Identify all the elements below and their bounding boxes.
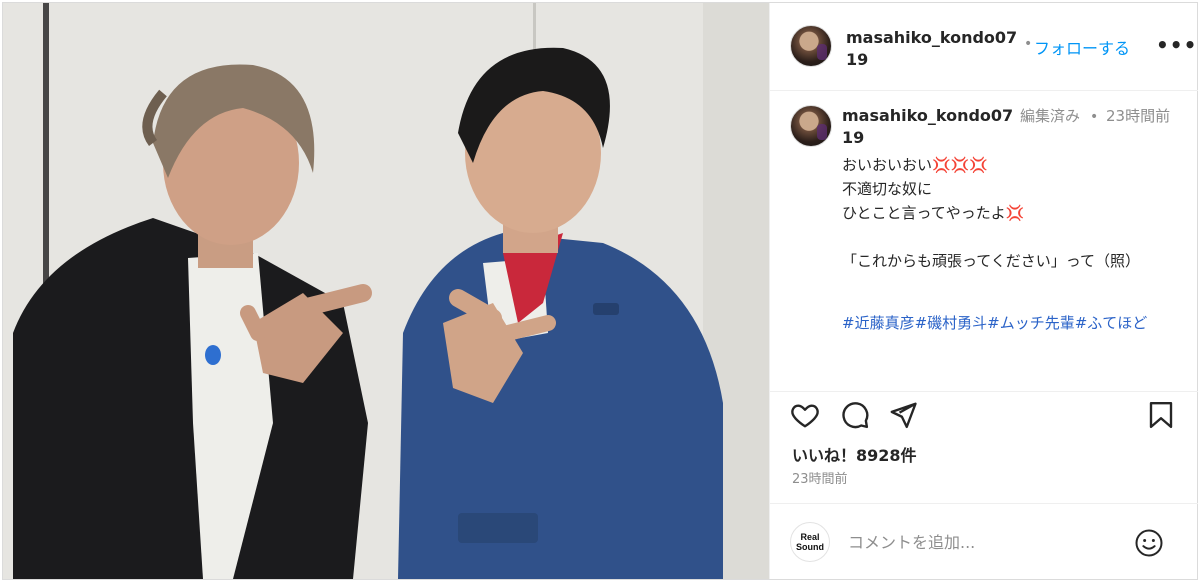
hashtag-link[interactable]: #近藤真彦 <box>842 314 915 332</box>
anger-emoji: 💢💢💢 <box>932 156 989 174</box>
post-side-panel: masahiko_kondo0719 • フォローする ••• masahiko… <box>769 3 1198 579</box>
hashtag-list: #近藤真彦#磯村勇斗#ムッチ先輩#ふてほど <box>842 311 1182 335</box>
comment-row: Real Sound <box>770 503 1198 579</box>
caption-time[interactable]: 23時間前 <box>1106 105 1176 127</box>
separator-dot: • <box>1090 109 1099 125</box>
edited-label: 編集済み <box>1020 107 1081 125</box>
caption-body: おいおいおい💢💢💢 不適切な奴に ひとこと言ってやったよ💢 「これからも頑張って… <box>842 153 1182 273</box>
more-options-icon[interactable]: ••• <box>1156 33 1197 57</box>
heart-icon[interactable] <box>790 400 820 430</box>
like-count[interactable]: いいね！8928件 <box>792 442 917 466</box>
smiley-icon[interactable] <box>1134 528 1164 558</box>
caption-line: 「これからも頑張ってください」って（照） <box>842 252 1141 270</box>
real-sound-logo: Real Sound <box>790 522 830 562</box>
caption-line: おいおいおい💢💢💢 <box>842 156 989 174</box>
caption-line: 不適切な奴に <box>842 180 933 198</box>
instagram-post-window: masahiko_kondo0719 • フォローする ••• masahiko… <box>2 2 1198 580</box>
post-time[interactable]: 23時間前 <box>792 468 848 487</box>
hashtag-link[interactable]: #ふてほど <box>1075 314 1148 332</box>
comment-icon[interactable] <box>840 400 870 430</box>
comment-input[interactable] <box>848 528 1118 556</box>
caption-username[interactable]: masahiko_kondo0719 <box>842 105 1014 149</box>
anger-emoji: 💢 <box>1005 204 1025 222</box>
post-header: masahiko_kondo0719 • フォローする ••• <box>770 3 1198 91</box>
caption-line <box>842 225 1182 249</box>
hashtag-link[interactable]: #ムッチ先輩 <box>987 314 1075 332</box>
caption: masahiko_kondo0719 編集済み • 23時間前 おいおいおい💢💢… <box>770 91 1198 391</box>
hashtag-link[interactable]: #磯村勇斗 <box>915 314 988 332</box>
caption-avatar[interactable] <box>790 105 832 147</box>
post-photo[interactable] <box>3 3 769 579</box>
photo-illustration <box>3 3 769 579</box>
separator-dot: • <box>1024 36 1033 52</box>
follow-button[interactable]: フォローする <box>1034 35 1130 59</box>
avatar[interactable] <box>790 25 832 67</box>
bookmark-icon[interactable] <box>1146 400 1176 430</box>
header-username[interactable]: masahiko_kondo0719 <box>846 27 1022 71</box>
caption-line: ひとこと言ってやったよ💢 <box>842 204 1025 222</box>
share-icon[interactable] <box>888 400 918 430</box>
